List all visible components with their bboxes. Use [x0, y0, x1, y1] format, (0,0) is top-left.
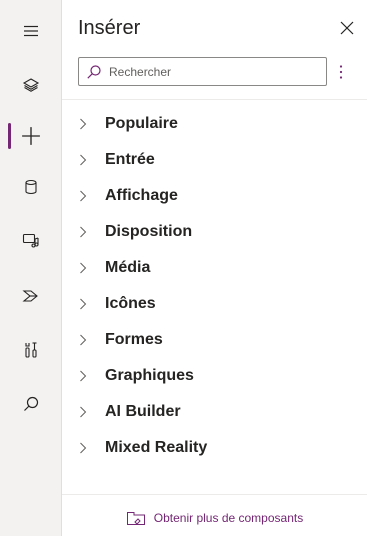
component-icon [126, 512, 145, 525]
close-icon [340, 21, 354, 35]
category-label: Populaire [105, 115, 178, 132]
category-item[interactable]: Icônes [62, 286, 367, 322]
category-item[interactable]: Média [62, 250, 367, 286]
chevron-right-icon [79, 298, 93, 310]
hamburger-icon [24, 25, 38, 37]
plus-icon [22, 127, 40, 145]
search-icon [24, 396, 39, 411]
media-icon [22, 233, 39, 248]
close-button[interactable] [337, 18, 357, 38]
layers-icon [22, 78, 40, 92]
advanced-tools-button[interactable] [0, 330, 62, 370]
category-label: Mixed Reality [105, 439, 208, 456]
search-box[interactable] [78, 57, 327, 86]
category-item[interactable]: Populaire [62, 106, 367, 142]
media-button[interactable] [0, 220, 62, 260]
category-label: Icônes [105, 295, 156, 312]
category-item[interactable]: AI Builder [62, 394, 367, 430]
chevron-right-icon [79, 406, 93, 418]
chevron-right-icon [79, 334, 93, 346]
category-item[interactable]: Disposition [62, 214, 367, 250]
category-label: Affichage [105, 187, 178, 204]
category-label: AI Builder [105, 403, 181, 420]
more-options-button[interactable] [333, 58, 349, 86]
chevron-right-icon [79, 118, 93, 130]
insert-button[interactable] [0, 116, 62, 156]
tree-view-button[interactable] [0, 65, 62, 105]
category-list: Populaire Entrée Affichage Disposition M… [62, 106, 367, 466]
chevron-right-icon [79, 190, 93, 202]
tools-icon [25, 342, 37, 358]
category-item[interactable]: Mixed Reality [62, 430, 367, 466]
get-more-components-link[interactable]: Obtenir plus de composants [62, 504, 367, 532]
category-label: Graphiques [105, 367, 194, 384]
active-indicator [8, 123, 11, 149]
category-label: Média [105, 259, 151, 276]
category-item[interactable]: Affichage [62, 178, 367, 214]
category-label: Formes [105, 331, 163, 348]
category-item[interactable]: Graphiques [62, 358, 367, 394]
database-icon [25, 179, 37, 195]
category-label: Entrée [105, 151, 155, 168]
chevron-right-icon [79, 154, 93, 166]
get-more-components-label: Obtenir plus de composants [153, 511, 304, 525]
chevron-right-icon [79, 442, 93, 454]
data-button[interactable] [0, 167, 62, 207]
power-automate-button[interactable] [0, 276, 62, 316]
chevron-right-icon [79, 370, 93, 382]
search-icon [79, 58, 109, 85]
category-label: Disposition [105, 223, 193, 240]
hamburger-button[interactable] [0, 11, 62, 51]
search-rail-button[interactable] [0, 384, 62, 424]
search-input[interactable] [109, 64, 309, 79]
power-automate-icon [22, 290, 38, 302]
insert-panel: Insérer Populaire Entrée Affichage Dispo… [62, 0, 367, 536]
panel-title: Insérer [78, 17, 141, 39]
category-item[interactable]: Entrée [62, 142, 367, 178]
chevron-right-icon [79, 226, 93, 238]
footer-divider [62, 494, 367, 495]
more-vertical-icon [339, 65, 343, 79]
left-rail [0, 0, 62, 536]
category-item[interactable]: Formes [62, 322, 367, 358]
divider [62, 99, 367, 100]
chevron-right-icon [79, 262, 93, 274]
